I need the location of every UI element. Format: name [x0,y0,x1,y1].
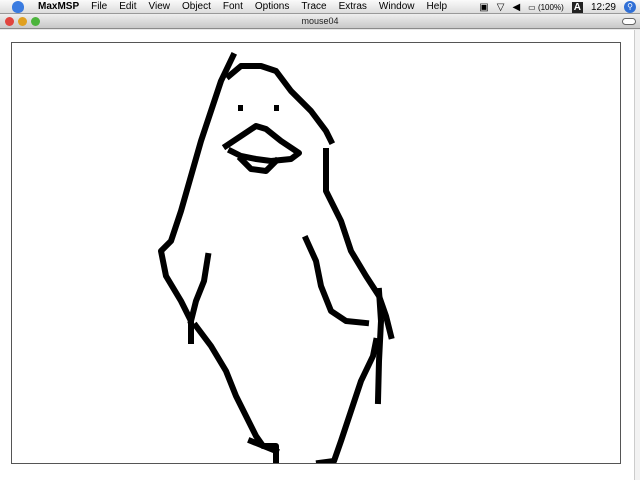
stroke-arm-left [187,252,212,325]
menu-view[interactable]: View [142,1,176,12]
menu-extras[interactable]: Extras [333,1,373,12]
menu-trace[interactable]: Trace [295,1,332,12]
stroke-lower-right [315,337,380,463]
penguin-drawing [158,51,395,463]
menu-help[interactable]: Help [421,1,454,12]
battery-icon: ▭ [528,2,536,12]
stroke-lower-left [191,321,279,463]
zoom-button[interactable] [31,17,40,26]
apple-menu-icon[interactable] [12,0,24,13]
window-title: mouse04 [301,16,339,26]
stroke-head-top [224,63,336,146]
input-menu[interactable]: A [571,1,583,13]
eye-left [238,105,243,111]
menu-bar: MaxMSP File Edit View Object Font Option… [0,0,640,14]
menu-edit[interactable]: Edit [113,1,142,12]
wifi-icon[interactable]: ▽ [497,2,505,13]
toolbar-toggle-button[interactable] [622,18,636,25]
stroke-beak [221,123,302,164]
stroke-arm-right [302,235,370,327]
menu-options[interactable]: Options [249,1,295,12]
stroke-right-edge [374,287,384,405]
battery-status[interactable]: ▭ (100%) [528,3,564,12]
spotlight-icon[interactable]: ⚲ [624,1,636,13]
menu-font[interactable]: Font [217,1,249,12]
menu-object[interactable]: Object [176,1,217,12]
battery-percent: (100%) [537,2,564,12]
window-titlebar[interactable]: mouse04 [0,14,640,29]
volume-icon[interactable]: ◀ [512,2,520,13]
clock[interactable]: 12:29 [591,2,616,13]
eye-right [274,105,279,111]
menu-window[interactable]: Window [373,1,421,12]
menu-app[interactable]: MaxMSP [32,1,85,12]
display-icon[interactable]: ▣ [479,2,488,13]
scrollbar[interactable] [634,30,640,480]
close-button[interactable] [5,17,14,26]
menu-file[interactable]: File [85,1,113,12]
status-area: ▣ ▽ ◀ ▭ (100%) A 12:29 ⚲ [479,0,636,14]
drawing-canvas[interactable] [11,42,621,464]
minimize-button[interactable] [18,17,27,26]
